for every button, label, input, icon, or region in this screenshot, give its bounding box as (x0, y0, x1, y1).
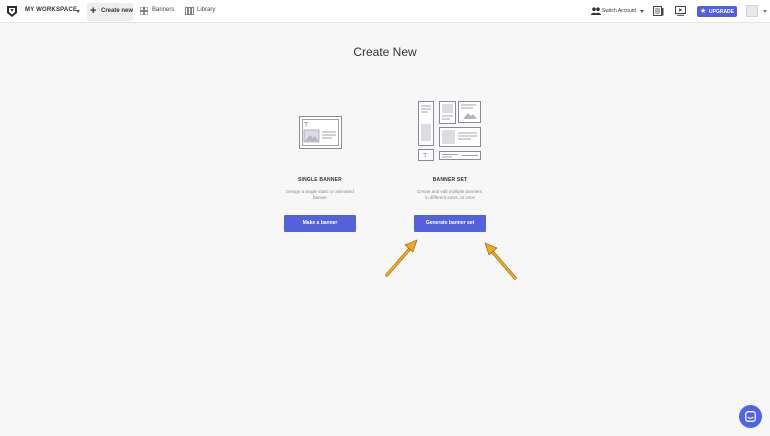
annotation-arrow-left (385, 239, 418, 277)
svg-text:T: T (423, 153, 428, 160)
banner-set-description: Create and edit multiple banners, in dif… (416, 189, 484, 200)
library-icon[interactable] (185, 7, 194, 15)
video-icon[interactable] (675, 6, 686, 16)
svg-text:T: T (304, 122, 309, 129)
users-icon[interactable] (591, 7, 601, 15)
banner-set-title: BANNER SET (432, 177, 468, 183)
banner-set-illustration: T (418, 101, 481, 161)
generate-banner-set-button[interactable]: Generate banner set (414, 215, 486, 232)
single-banner-title: SINGLE BANNER (298, 177, 342, 183)
chevron-down-icon[interactable] (640, 10, 644, 13)
single-banner-description: Design a single static or animated banne… (286, 189, 354, 200)
avatar[interactable] (746, 5, 758, 17)
annotation-arrow-right (484, 242, 517, 280)
nav-banners[interactable]: Banners (152, 7, 174, 13)
chat-button[interactable] (739, 405, 762, 428)
nav-create-new-label: Create new (101, 8, 134, 14)
upgrade-button[interactable]: ★ UPGRADE (697, 6, 737, 17)
upgrade-label: UPGRADE (709, 9, 735, 15)
single-banner-illustration: T (299, 116, 342, 149)
switch-account-label[interactable]: Switch Account (602, 8, 636, 14)
page-title: Create New (353, 45, 417, 59)
logo-icon[interactable] (6, 5, 18, 18)
star-icon: ★ (700, 8, 707, 15)
chat-icon (745, 411, 756, 422)
banners-icon[interactable] (140, 7, 148, 15)
top-bar: MY WORKSPACE + Create new Banners Librar… (0, 0, 770, 23)
nav-library[interactable]: Library (197, 7, 215, 13)
news-icon[interactable] (653, 6, 664, 16)
plus-icon: + (90, 5, 97, 17)
chevron-down-icon[interactable] (76, 10, 80, 13)
nav-create-new[interactable]: + Create new (87, 3, 133, 21)
make-a-banner-button[interactable]: Make a banner (284, 215, 356, 232)
chevron-down-icon[interactable] (763, 10, 767, 13)
workspace-label[interactable]: MY WORKSPACE (25, 7, 77, 13)
